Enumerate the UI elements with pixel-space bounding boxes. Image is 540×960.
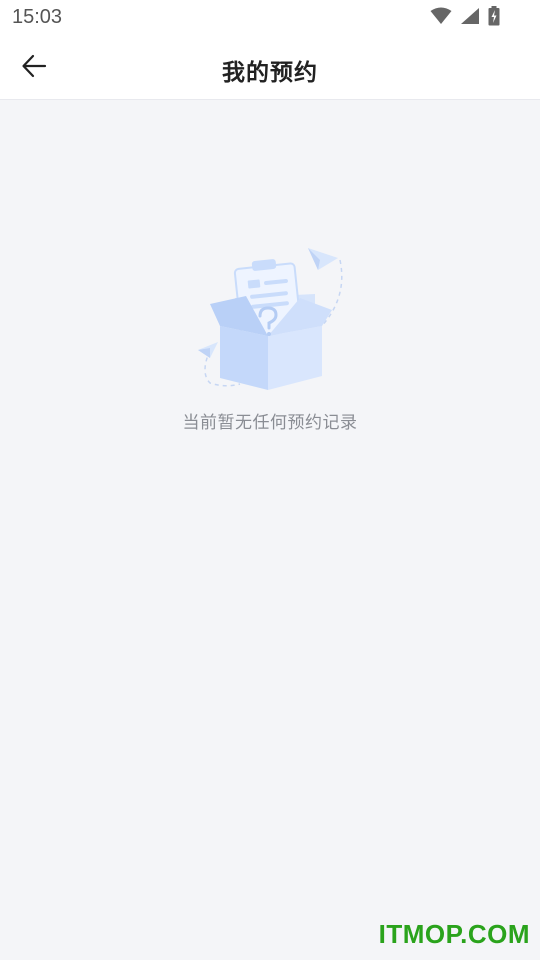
empty-state: 当前暂无任何预约记录	[0, 238, 540, 433]
screen: 15:03 我的预约 当前暂无任何预约记录 ITMOP.COM	[0, 0, 540, 960]
status-time: 15:03	[12, 6, 63, 28]
status-icons	[430, 6, 500, 30]
empty-message: 当前暂无任何预约记录	[182, 413, 358, 433]
cellular-signal-icon	[460, 7, 480, 29]
watermark-logo: ITMOP.COM	[378, 919, 530, 949]
status-bar: 15:03	[0, 0, 540, 36]
page-title: 我的预约	[222, 60, 318, 86]
empty-box-icon	[190, 238, 350, 398]
app-bar: 我的预约	[0, 36, 540, 100]
battery-charging-icon	[488, 6, 500, 30]
wifi-icon	[430, 7, 452, 29]
